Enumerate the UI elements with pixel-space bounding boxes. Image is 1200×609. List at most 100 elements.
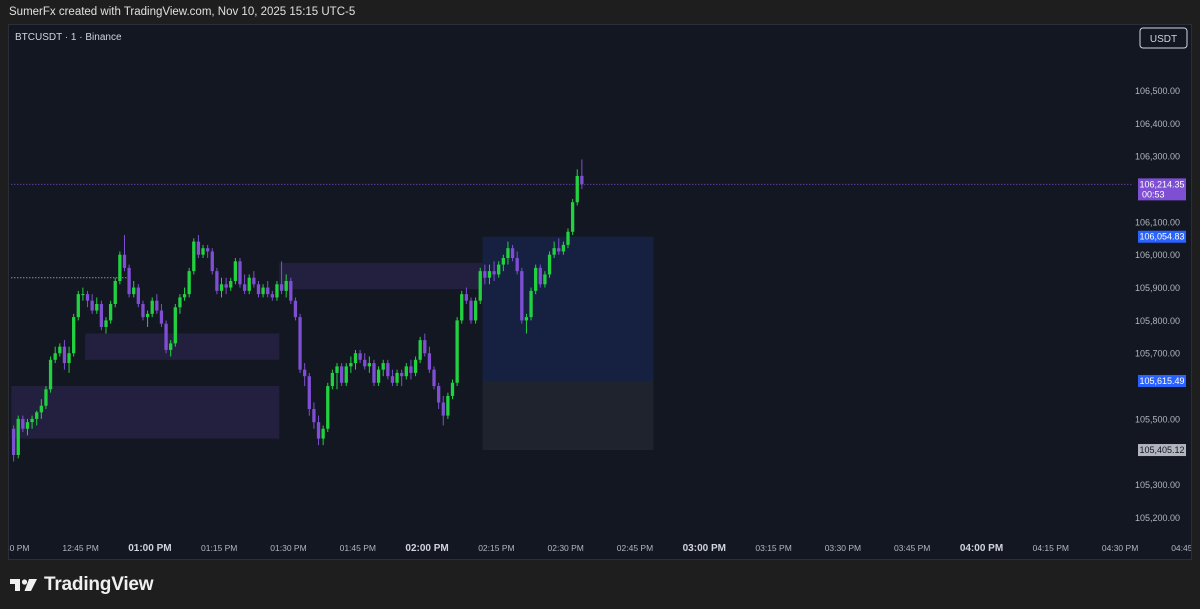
chart-pane[interactable]: BTCUSDT · 1 · Binance USDT 106,500.00 106… xyxy=(8,24,1192,560)
zones-layer xyxy=(11,236,654,451)
x-tick-label: 04:45 PM xyxy=(1171,543,1192,553)
y-tick-label: 105,500.00 xyxy=(1135,414,1180,424)
candle-body xyxy=(497,264,501,275)
candle-body xyxy=(335,366,339,373)
candle-body xyxy=(566,231,570,245)
candle-body xyxy=(372,363,376,383)
candle-body xyxy=(298,317,302,370)
zone-box xyxy=(85,333,280,360)
tradingview-logo-icon xyxy=(10,579,37,591)
candle-body xyxy=(44,389,48,406)
candle-body xyxy=(90,300,94,311)
candle-body xyxy=(427,353,432,370)
candle-body xyxy=(413,359,418,373)
brand-name: TradingView xyxy=(44,574,154,595)
candle-body xyxy=(76,294,80,318)
candle-body xyxy=(552,248,556,255)
candle-body xyxy=(534,267,538,291)
tradingview-logo[interactable]: TradingView xyxy=(10,574,154,596)
candle-body xyxy=(178,297,182,308)
candle-body xyxy=(520,271,524,321)
candle-body xyxy=(483,271,487,278)
x-tick-label: 03:30 PM xyxy=(825,543,861,553)
candle-body xyxy=(256,284,261,295)
price-axis: 106,500.00 106,400.00 106,300.00 106,100.00… xyxy=(1135,86,1180,523)
candle-body xyxy=(538,267,542,285)
candle-body xyxy=(30,418,34,423)
candle-body xyxy=(455,320,459,383)
candle-body xyxy=(460,294,464,321)
candle-body xyxy=(469,300,473,321)
price-label-countdown: 00:53 xyxy=(1142,189,1165,199)
candle-body xyxy=(164,323,168,350)
candle-body xyxy=(395,372,399,383)
candle-body xyxy=(358,353,362,360)
candle-body xyxy=(400,372,404,377)
price-label-text: 106,054.83 xyxy=(1139,232,1184,242)
x-tick-label: 02:45 PM xyxy=(617,543,653,553)
candle-body xyxy=(293,300,298,318)
candle-body xyxy=(136,287,140,304)
candle-body xyxy=(524,317,529,321)
candle-body xyxy=(169,343,173,350)
x-tick-label: 02:30 PM xyxy=(548,543,584,553)
x-tick-label: 02:15 PM xyxy=(478,543,514,553)
candle-body xyxy=(108,303,113,321)
candle-body xyxy=(192,241,196,272)
x-tick-label: 01:00 PM xyxy=(128,543,171,554)
candle-body xyxy=(303,369,307,377)
candle-body xyxy=(127,267,131,295)
candle-body xyxy=(404,366,408,377)
candle-body xyxy=(132,287,136,295)
candle-body xyxy=(575,175,579,203)
candle-body xyxy=(72,317,76,354)
candle-body xyxy=(16,418,20,456)
candle-body xyxy=(85,294,90,301)
y-tick-label: 105,700.00 xyxy=(1135,349,1180,359)
candle-body xyxy=(159,310,164,324)
candle-body xyxy=(25,422,30,429)
candle-body xyxy=(353,353,358,364)
candle-body xyxy=(238,261,242,285)
candle-body xyxy=(418,340,422,360)
candle-body xyxy=(118,254,122,282)
watermark-bar: SumerFx created with TradingView.com, No… xyxy=(0,0,1200,24)
y-tick-label: 106,000.00 xyxy=(1135,250,1180,260)
candle-body xyxy=(173,307,177,344)
candle-body xyxy=(210,251,214,272)
candle-body xyxy=(182,294,187,298)
candle-body xyxy=(376,369,381,383)
x-tick-label: 03:45 PM xyxy=(894,543,930,553)
candle-body xyxy=(409,366,413,373)
candle-body xyxy=(150,300,154,314)
zone-box xyxy=(482,380,654,451)
candle-body xyxy=(580,175,584,185)
footer-bar: TradingView xyxy=(0,560,1200,609)
candle-body xyxy=(21,418,25,429)
candle-body xyxy=(446,395,450,416)
candle-body xyxy=(450,382,455,396)
currency-button[interactable]: USDT xyxy=(1139,27,1188,49)
candle-body xyxy=(381,363,385,370)
x-tick-label: 12:30 PM xyxy=(9,543,29,553)
time-axis: 12:30 PM 12:45 PM 01:00 PM 01:15 PM 01:30 PM… xyxy=(9,543,1192,554)
candlestick-chart[interactable]: BTCUSDT · 1 · Binance USDT 106,500.00106… xyxy=(9,25,1192,560)
candle-body xyxy=(266,287,270,295)
candle-body xyxy=(510,248,515,259)
candle-body xyxy=(261,287,265,295)
candle-body xyxy=(363,359,367,367)
candle-body xyxy=(219,284,224,291)
candle-body xyxy=(561,244,566,252)
candle-body xyxy=(48,359,53,390)
x-tick-label: 04:15 PM xyxy=(1033,543,1069,553)
symbol-title[interactable]: BTCUSDT · 1 · Binance xyxy=(15,32,122,43)
x-tick-label: 03:15 PM xyxy=(755,543,791,553)
candle-body xyxy=(464,294,469,301)
y-tick-label: 106,300.00 xyxy=(1135,152,1180,162)
candle-body xyxy=(196,241,201,255)
candle-body xyxy=(344,366,348,383)
x-tick-label: 04:30 PM xyxy=(1102,543,1138,553)
candle-body xyxy=(39,405,43,413)
candle-body xyxy=(122,254,127,268)
candle-body xyxy=(284,281,288,291)
